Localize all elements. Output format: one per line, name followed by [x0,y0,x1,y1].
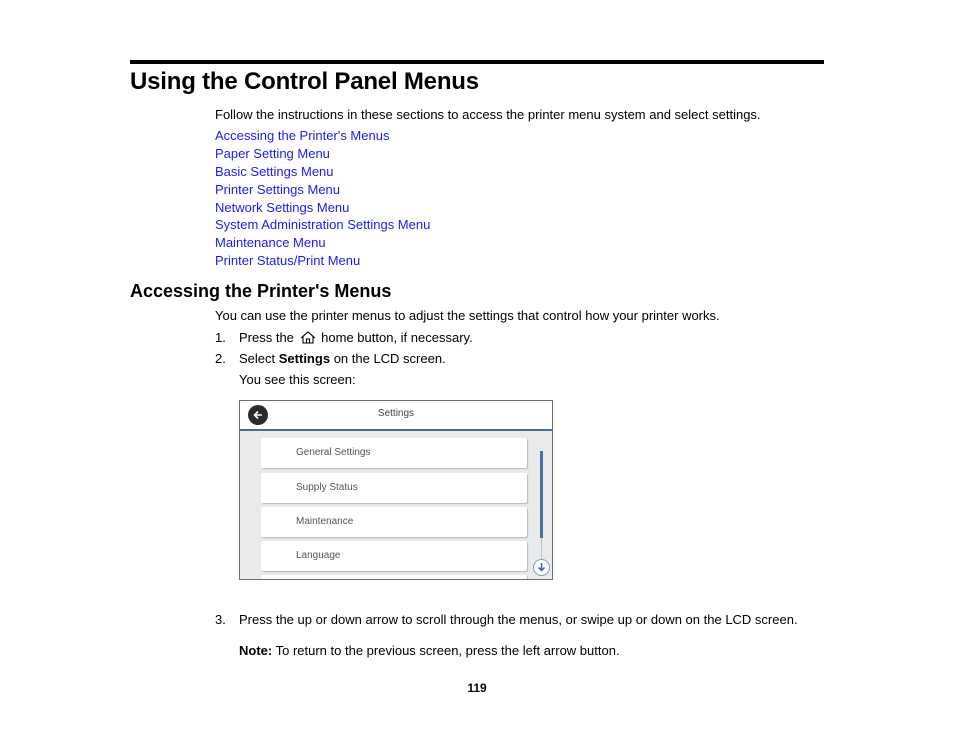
intro-text: Follow the instructions in these section… [215,107,761,122]
lcd-screenshot: Settings General Settings Supply Status … [239,400,553,580]
step-text: home button, if necessary. [321,330,473,345]
step-text: Press the [239,330,294,345]
link-basic-settings-menu[interactable]: Basic Settings Menu [215,163,430,181]
lcd-item-label: Language [296,550,341,561]
step-number: 2. [215,351,226,366]
lcd-item-supply-status[interactable]: Supply Status [261,473,527,503]
lcd-item-label: Supply Status [296,482,358,493]
lcd-title: Settings [377,408,415,419]
section-links: Accessing the Printer's Menus Paper Sett… [215,127,430,270]
you-see-text: You see this screen: [239,372,356,387]
step-number: 1. [215,330,226,345]
step-bold-text: Settings [278,351,331,366]
step-text: Select [239,351,276,366]
note: Note: To return to the previous screen, … [239,643,620,658]
lcd-item-label: General Settings [296,447,371,458]
link-maintenance-menu[interactable]: Maintenance Menu [215,234,430,252]
link-printer-status-menu[interactable]: Printer Status/Print Menu [215,252,430,270]
section-intro: You can use the printer menus to adjust … [215,308,720,323]
link-network-settings-menu[interactable]: Network Settings Menu [215,199,430,217]
lcd-item-label: Maintenance [296,516,354,527]
link-system-admin-menu[interactable]: System Administration Settings Menu [215,216,430,234]
lcd-item-maintenance[interactable]: Maintenance [261,507,527,537]
home-icon [300,331,316,347]
note-label: Note: [239,643,273,658]
step-2: 2. Select Settings on the LCD screen. [215,351,446,366]
link-paper-setting-menu[interactable]: Paper Setting Menu [215,145,430,163]
step-text: on the LCD screen. [333,351,446,366]
section-heading: Accessing the Printer's Menus [130,281,392,301]
note-text: To return to the previous screen, press … [275,643,620,658]
step-1: 1. Press the home button, if necessary. [215,330,473,347]
link-accessing-menus[interactable]: Accessing the Printer's Menus [215,127,430,145]
page-number: 119 [467,681,487,695]
step-text: Press the up or down arrow to scroll thr… [239,612,798,627]
link-printer-settings-menu[interactable]: Printer Settings Menu [215,181,430,199]
arrow-down-icon[interactable] [533,559,550,576]
page-title: Using the Control Panel Menus [130,68,479,95]
step-3: 3. Press the up or down arrow to scroll t… [215,612,798,627]
lcd-header: Settings [240,401,552,431]
lcd-item-language[interactable]: Language [261,541,527,571]
lcd-item-next[interactable] [261,575,527,579]
scrollbar-thumb[interactable] [540,451,543,538]
header-rule [130,60,824,64]
lcd-item-general-settings[interactable]: General Settings [261,438,527,468]
step-number: 3. [215,612,226,627]
